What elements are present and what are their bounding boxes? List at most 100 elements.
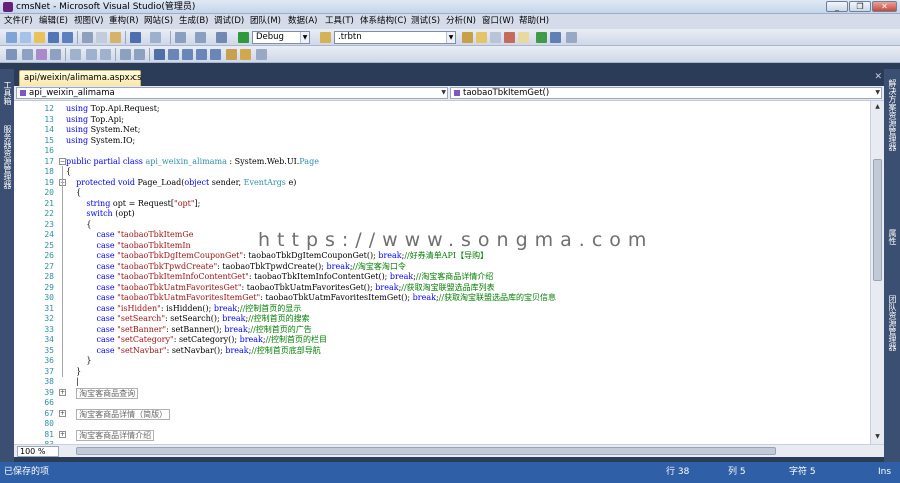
code-line[interactable]: { — [66, 167, 556, 178]
object-browser-icon[interactable] — [518, 32, 529, 43]
start-debugging-icon[interactable] — [238, 32, 249, 43]
menu-architecture[interactable]: 体系结构(C) — [360, 16, 407, 27]
scrollbar-thumb[interactable] — [873, 159, 882, 281]
menu-tools[interactable]: 工具(T) — [325, 16, 354, 27]
menu-view[interactable]: 视图(V) — [74, 16, 103, 27]
previous-bookmark-folder-icon[interactable] — [196, 49, 207, 60]
code-line[interactable]: 淘宝客商品详情介绍 — [66, 429, 556, 441]
menu-data[interactable]: 数据(A) — [288, 16, 317, 27]
solution-explorer-tab[interactable]: 解决方案资源管理器 — [887, 79, 897, 151]
start-page-icon[interactable] — [536, 32, 547, 43]
menu-file[interactable]: 文件(F) — [4, 16, 33, 27]
comment-icon[interactable] — [120, 49, 131, 60]
horizontal-scrollbar-thumb[interactable] — [76, 447, 776, 455]
scroll-down-icon[interactable]: ▼ — [871, 431, 884, 443]
redo-icon[interactable] — [150, 32, 161, 43]
clear-bookmarks-icon[interactable] — [226, 49, 237, 60]
next-bookmark-icon[interactable] — [182, 49, 193, 60]
code-line[interactable]: switch (opt) — [66, 209, 556, 220]
properties-icon[interactable] — [490, 32, 501, 43]
navigate-back-icon[interactable] — [175, 32, 186, 43]
word-completion-icon[interactable] — [70, 49, 81, 60]
undo-icon[interactable] — [130, 32, 141, 43]
vertical-scrollbar[interactable]: ▲ ▼ — [870, 101, 884, 444]
code-line[interactable]: using System.Net; — [66, 125, 556, 136]
menu-build[interactable]: 生成(B) — [179, 16, 208, 27]
close-document-icon[interactable]: ✕ — [874, 72, 882, 82]
menu-window[interactable]: 窗口(W) — [482, 16, 514, 27]
code-line[interactable] — [66, 146, 556, 157]
save-all-icon[interactable] — [62, 32, 73, 43]
parameter-info-icon[interactable] — [36, 49, 47, 60]
restore-button[interactable]: ❐ — [849, 1, 871, 12]
code-line[interactable]: 淘宝客商品查询 — [66, 387, 556, 399]
toolbox-icon[interactable] — [504, 32, 515, 43]
menu-website[interactable]: 网站(S) — [144, 16, 173, 27]
document-tab[interactable]: api/weixin/alimama.aspx.cs × — [19, 70, 142, 86]
member-dropdown[interactable]: taobaoTbkItemGet() ▼ — [450, 87, 882, 99]
code-text[interactable]: using Top.Api.Request; using Top.Api; usin… — [66, 104, 556, 444]
paste-icon[interactable] — [110, 32, 121, 43]
new-project-icon[interactable] — [6, 32, 17, 43]
code-line[interactable]: case "taobaoTbkUatmFavoritesGet": taobao… — [66, 283, 556, 294]
quick-info-icon[interactable] — [50, 49, 61, 60]
collapse-region-icon[interactable]: − — [59, 158, 66, 165]
code-line[interactable]: case "isHidden": isHidden(); break;//控制首… — [66, 304, 556, 315]
extension-manager-icon[interactable] — [550, 32, 561, 43]
bookmark-window-icon[interactable] — [240, 49, 251, 60]
code-editor[interactable]: 12 13 14 15 16 17 18 19 20 21 22 23 24 25 26 27 28 29 30 31… — [14, 101, 870, 444]
menu-edit[interactable]: 编辑(E) — [39, 16, 68, 27]
menu-analyze[interactable]: 分析(N) — [446, 16, 476, 27]
outdent-icon[interactable] — [86, 49, 97, 60]
code-line[interactable]: using Top.Api.Request; — [66, 104, 556, 115]
bookmark-icon[interactable] — [154, 49, 165, 60]
menu-help[interactable]: 帮助(H) — [519, 16, 549, 27]
class-dropdown[interactable]: api_weixin_alimama ▼ — [16, 87, 448, 99]
code-line[interactable]: } — [66, 367, 556, 378]
find-combo[interactable]: .trbtn ▼ — [334, 31, 456, 44]
code-line[interactable]: | — [66, 377, 556, 388]
code-line[interactable]: public partial class api_weixin_alimama … — [66, 157, 556, 168]
find-in-files-icon[interactable] — [462, 32, 473, 43]
toolbar-options-icon[interactable] — [256, 49, 267, 60]
member-list-icon[interactable] — [22, 49, 33, 60]
solution-explorer-icon[interactable] — [476, 32, 487, 43]
code-line[interactable]: 淘宝客商品详情（简版） — [66, 408, 556, 420]
expand-region-icon[interactable]: + — [59, 389, 66, 396]
code-line[interactable]: using Top.Api; — [66, 115, 556, 126]
code-line[interactable]: } — [66, 356, 556, 367]
cut-icon[interactable] — [82, 32, 93, 43]
open-file-icon[interactable] — [34, 32, 45, 43]
zoom-dropdown[interactable]: 100 % — [17, 446, 59, 457]
code-line[interactable]: case "taobaoTbkTpwdCreate": taobaoTbkTpw… — [66, 262, 556, 273]
next-bookmark-folder-icon[interactable] — [210, 49, 221, 60]
team-explorer-tab[interactable]: 团队资源管理器 — [887, 295, 897, 351]
save-icon[interactable] — [48, 32, 59, 43]
code-line[interactable]: case "setNavbar": setNavbar(); break;//控… — [66, 346, 556, 357]
code-line[interactable]: using System.IO; — [66, 136, 556, 147]
expand-region-icon[interactable]: + — [59, 431, 66, 438]
code-line[interactable]: protected void Page_Load(object sender, … — [66, 178, 556, 189]
indent-icon[interactable] — [100, 49, 111, 60]
minimize-button[interactable]: _ — [826, 1, 848, 12]
navigate-forward-icon[interactable] — [195, 32, 206, 43]
menu-team[interactable]: 团队(M) — [250, 16, 281, 27]
toolbar-options-icon[interactable] — [566, 32, 577, 43]
find-in-files-icon[interactable] — [216, 32, 227, 43]
scroll-up-icon[interactable]: ▲ — [871, 101, 884, 113]
code-line[interactable] — [66, 419, 556, 430]
dock-icon[interactable] — [6, 49, 17, 60]
copy-icon[interactable] — [96, 32, 107, 43]
uncomment-icon[interactable] — [134, 49, 145, 60]
code-line[interactable]: string opt = Request["opt"]; — [66, 199, 556, 210]
properties-tab[interactable]: 属性 — [887, 229, 897, 245]
code-line[interactable]: case "taobaoTbkDgItemCouponGet": taobaoT… — [66, 251, 556, 262]
previous-bookmark-icon[interactable] — [168, 49, 179, 60]
add-item-icon[interactable] — [20, 32, 31, 43]
code-line[interactable]: { — [66, 188, 556, 199]
code-line[interactable]: case "setSearch": setSearch(); break;//控… — [66, 314, 556, 325]
code-line[interactable]: case "setCategory": setCategory(); break… — [66, 335, 556, 346]
menu-refactor[interactable]: 重构(R) — [109, 16, 139, 27]
solution-configuration-dropdown[interactable]: Debug ▼ — [252, 31, 310, 44]
code-line[interactable]: case "taobaoTbkItemInfoContentGet": taob… — [66, 272, 556, 283]
